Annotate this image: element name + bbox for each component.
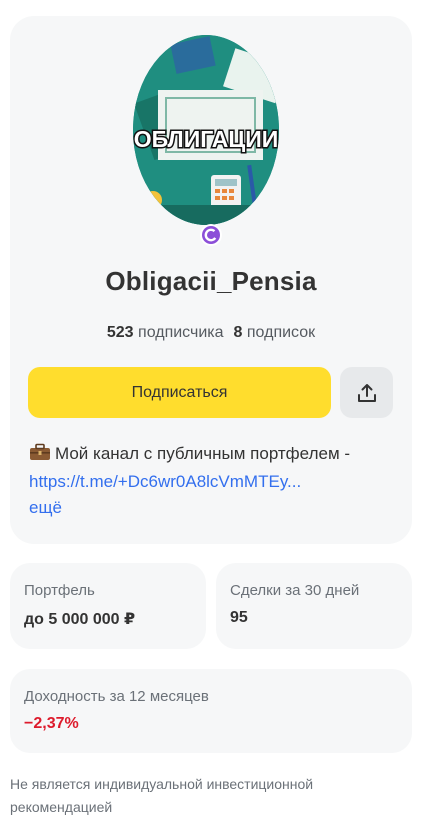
- following-label[interactable]: подписок: [247, 324, 315, 341]
- yield-label: Доходность за 12 месяцев: [24, 688, 209, 705]
- share-button[interactable]: [340, 367, 393, 418]
- profile-card: ОБЛИГАЦИИ Obligacii_Pensia 523 подписчик…: [10, 16, 412, 544]
- deals-label: Сделки за 30 дней: [230, 582, 360, 599]
- followers-label[interactable]: подписчика: [138, 324, 224, 341]
- more-link[interactable]: ещё: [29, 498, 62, 518]
- yield-value: −2,37%: [24, 715, 79, 732]
- avatar-illustration: ОБЛИГАЦИИ: [133, 35, 279, 225]
- c-circle-icon: [200, 224, 222, 246]
- disclaimer: Не является индивидуальной инвестиционно…: [10, 776, 314, 815]
- deals-value: 95: [230, 609, 248, 626]
- subscribe-button[interactable]: Подписаться: [28, 367, 331, 418]
- share-upload-icon: [357, 383, 376, 402]
- portfolio-value: до 5 000 000 ₽: [24, 611, 136, 628]
- portfolio-card[interactable]: Портфель до 5 000 000 ₽: [10, 563, 206, 649]
- profile-description: Мой канал с публичным портфелем - https:…: [29, 440, 389, 496]
- description-link[interactable]: https://t.me/+Dc6wr0A8lcVmMTEy...: [29, 472, 301, 491]
- profile-stats: 523 подписчика 8 подписок: [10, 324, 412, 342]
- portfolio-label: Портфель: [24, 582, 95, 599]
- profile-name: Obligacii_Pensia: [105, 266, 317, 296]
- deals-card[interactable]: Сделки за 30 дней 95: [216, 563, 412, 649]
- briefcase-icon: [30, 443, 50, 460]
- yield-card[interactable]: Доходность за 12 месяцев −2,37%: [10, 669, 412, 753]
- avatar: ОБЛИГАЦИИ: [133, 35, 279, 225]
- followers-count[interactable]: 523: [107, 324, 134, 341]
- avatar-caption: ОБЛИГАЦИИ: [134, 126, 279, 152]
- following-count[interactable]: 8: [234, 324, 243, 341]
- description-text: Мой канал с публичным портфелем -: [55, 444, 351, 463]
